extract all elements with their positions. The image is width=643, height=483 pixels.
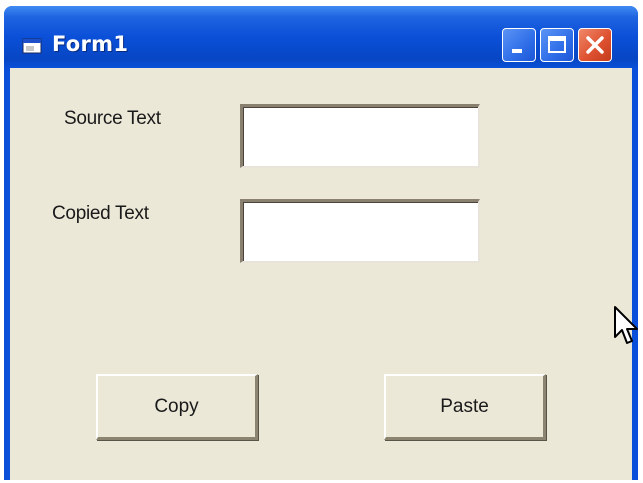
- minimize-icon: [512, 49, 522, 53]
- close-button[interactable]: [578, 28, 612, 62]
- close-icon: [586, 36, 604, 54]
- app-icon[interactable]: [22, 38, 42, 54]
- window-title: Form1: [52, 32, 129, 56]
- paste-button[interactable]: Paste: [384, 374, 546, 440]
- maximize-icon: [548, 36, 566, 53]
- copy-button[interactable]: Copy: [96, 374, 258, 440]
- minimize-button[interactable]: [502, 28, 536, 62]
- copied-text-label: Copied Text: [52, 203, 149, 224]
- source-text-label: Source Text: [64, 108, 161, 129]
- form-client-area: Source Text Copied Text Copy Paste: [10, 68, 632, 480]
- title-bar[interactable]: Form1: [4, 6, 638, 68]
- source-text-input[interactable]: [240, 104, 480, 168]
- copied-text-input[interactable]: [240, 199, 480, 263]
- form1-window: Form1 Source Text Copied Text Copy Paste: [4, 6, 638, 480]
- mouse-pointer-icon: [614, 306, 638, 344]
- maximize-button[interactable]: [540, 28, 574, 62]
